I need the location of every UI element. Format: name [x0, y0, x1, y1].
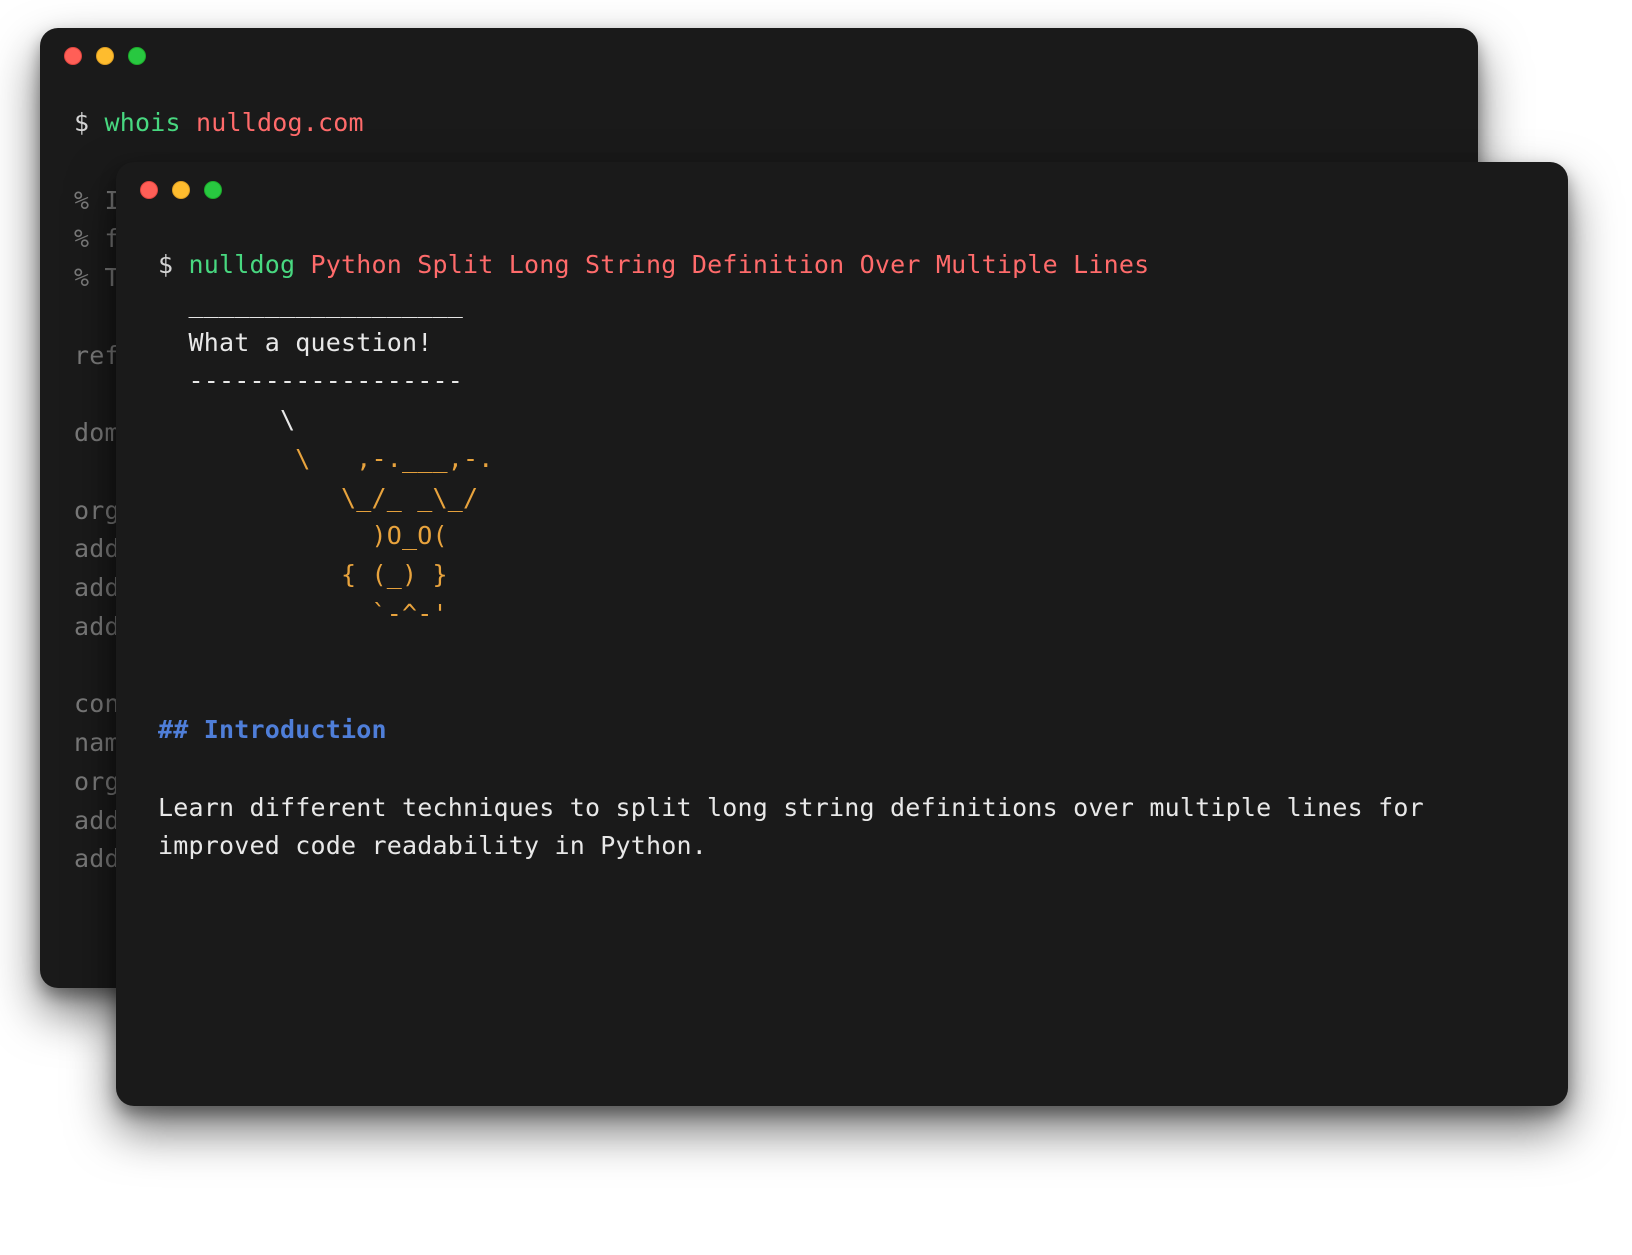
command-arg: Python Split Long String Definition Over… [295, 250, 1149, 279]
ascii-dog-line: \ [158, 405, 295, 434]
ascii-dog-line: { (_) } [158, 560, 448, 589]
maximize-icon[interactable] [204, 181, 222, 199]
ascii-bubble-bot: ------------------ [158, 366, 463, 395]
ascii-bubble-top: __________________ [158, 289, 463, 318]
ascii-bubble-msg: What a question! [158, 328, 433, 357]
close-icon[interactable] [140, 181, 158, 199]
ascii-dog-line: \ ,-.___,-. [158, 444, 494, 473]
section-heading: ## Introduction [158, 715, 387, 744]
minimize-icon[interactable] [172, 181, 190, 199]
command-name: nulldog [189, 250, 296, 279]
prompt-symbol: $ [158, 250, 189, 279]
stage: $ whois nulldog.com % IANA WHOIS server … [0, 0, 1632, 1255]
titlebar-back [40, 28, 1478, 84]
ascii-dog-line: )O_O( [158, 521, 448, 550]
command-arg: nulldog.com [181, 108, 364, 137]
titlebar-front [116, 162, 1568, 218]
section-body: Learn different techniques to split long… [158, 793, 1439, 861]
prompt-symbol: $ [74, 108, 105, 137]
close-icon[interactable] [64, 47, 82, 65]
terminal-content-front: $ nulldog Python Split Long String Defin… [116, 218, 1568, 866]
ascii-dog-line: `-^-' [158, 599, 448, 628]
ascii-dog-line: \_/_ _\_/ [158, 483, 478, 512]
terminal-window-front: $ nulldog Python Split Long String Defin… [116, 162, 1568, 1106]
minimize-icon[interactable] [96, 47, 114, 65]
command-name: whois [105, 108, 181, 137]
maximize-icon[interactable] [128, 47, 146, 65]
